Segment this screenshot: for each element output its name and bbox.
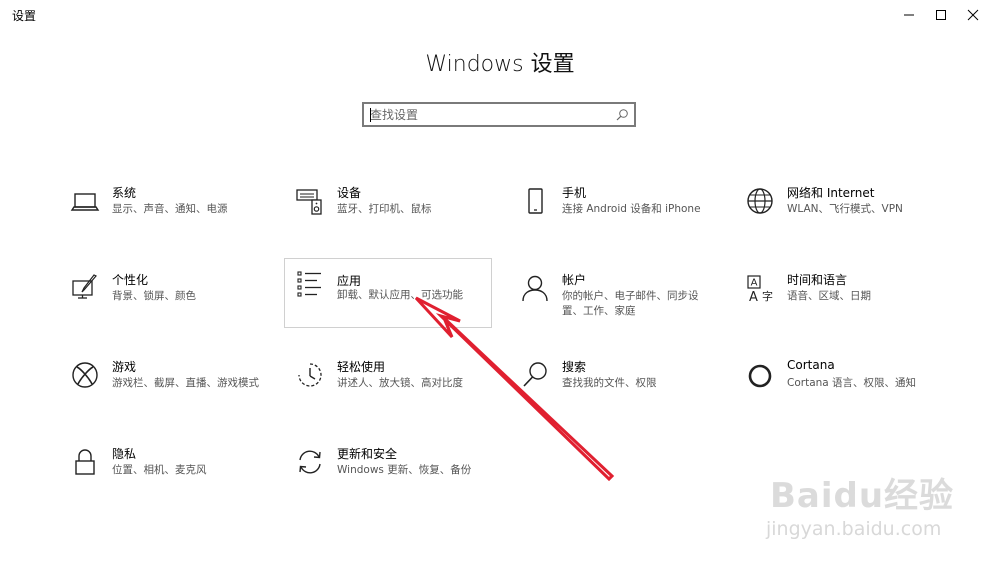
tile-title: 系统 [112, 186, 137, 200]
time-language-icon: AA字 [745, 273, 775, 303]
tile-time-language[interactable]: AA字 时间和语言 语音、区域、日期 [735, 265, 945, 337]
tile-description: 语音、区域、日期 [787, 290, 871, 302]
cortana-ring-icon [745, 360, 775, 390]
tile-network[interactable]: 网络和 Internet WLAN、飞行模式、VPN [735, 178, 945, 250]
baidu-watermark: Baidu经验 jingyan.baidu.com [760, 460, 980, 550]
lock-icon [70, 447, 100, 477]
tile-description: 连接 Android 设备和 iPhone [562, 203, 701, 215]
tile-title: 手机 [562, 186, 587, 200]
tile-title: 设备 [337, 186, 362, 200]
tile-description: Windows 更新、恢复、备份 [337, 464, 472, 476]
svg-text:A: A [751, 278, 758, 289]
sync-icon [295, 447, 325, 477]
tile-description: 卸载、默认应用、可选功能 [337, 289, 463, 301]
page-title: Windows 设置 [425, 52, 575, 77]
tile-search[interactable]: 搜索 查找我的文件、权限 [510, 352, 720, 424]
tile-accounts[interactable]: 帐户 你的帐户、电子邮件、同步设置、工作、家庭 [510, 265, 720, 337]
tile-title: 网络和 Internet [787, 186, 875, 200]
tile-ease-of-access[interactable]: 轻松使用 讲述人、放大镜、高对比度 [285, 352, 495, 424]
tile-description: Cortana 语言、权限、通知 [787, 377, 917, 389]
tile-apps[interactable]: 应用 卸载、默认应用、可选功能 [284, 258, 492, 328]
xbox-icon [70, 360, 100, 390]
minimize-icon [904, 14, 914, 16]
tile-title: 轻松使用 [337, 360, 386, 374]
tile-description: 你的帐户、电子邮件、同步设置、工作、家庭 [562, 290, 699, 317]
tile-description: WLAN、飞行模式、VPN [787, 203, 903, 215]
tile-privacy[interactable]: 隐私 位置、相机、麦克风 [60, 439, 270, 511]
tile-title: 时间和语言 [787, 273, 848, 287]
tile-title: 搜索 [562, 360, 587, 374]
svg-text:字: 字 [762, 289, 773, 303]
tile-description: 背景、锁屏、颜色 [112, 290, 196, 302]
tile-title: 个性化 [112, 273, 149, 287]
tile-description: 蓝牙、打印机、鼠标 [337, 203, 432, 215]
tile-phone[interactable]: 手机 连接 Android 设备和 iPhone [510, 178, 720, 250]
search-box[interactable] [362, 102, 636, 127]
title-bar: 设置 [0, 0, 1000, 30]
close-icon [967, 9, 979, 21]
globe-icon [745, 186, 775, 216]
tile-cortana[interactable]: Cortana Cortana 语言、权限、通知 [735, 352, 945, 424]
text-caret [370, 108, 371, 122]
search-input[interactable] [370, 106, 610, 124]
tile-title: 游戏 [112, 360, 137, 374]
person-icon [520, 273, 550, 303]
tile-description: 查找我的文件、权限 [562, 377, 657, 389]
tile-title: 隐私 [112, 447, 137, 461]
close-button[interactable] [950, 0, 996, 30]
devices-icon [295, 186, 325, 216]
laptop-icon [70, 186, 100, 216]
svg-text:A: A [749, 290, 758, 303]
apps-list-icon [295, 269, 325, 299]
tile-description: 显示、声音、通知、电源 [112, 203, 228, 215]
tile-personalization[interactable]: 个性化 背景、锁屏、颜色 [60, 265, 270, 337]
tile-title: 更新和安全 [337, 447, 398, 461]
tile-description: 讲述人、放大镜、高对比度 [337, 377, 463, 389]
maximize-icon [936, 10, 946, 20]
tile-devices[interactable]: 设备 蓝牙、打印机、鼠标 [285, 178, 495, 250]
search-icon[interactable] [616, 108, 629, 121]
tile-system[interactable]: 系统 显示、声音、通知、电源 [60, 178, 270, 250]
window-title: 设置 [12, 9, 37, 23]
tile-gaming[interactable]: 游戏 游戏栏、截屏、直播、游戏模式 [60, 352, 270, 424]
watermark-url: jingyan.baidu.com [766, 518, 942, 540]
tile-title: 帐户 [562, 273, 587, 287]
tile-title: 应用 [337, 274, 362, 288]
tile-description: 位置、相机、麦克风 [112, 464, 207, 476]
ease-of-access-icon [295, 360, 325, 390]
search-magnifier-icon [520, 360, 550, 390]
tile-update-security[interactable]: 更新和安全 Windows 更新、恢复、备份 [285, 439, 495, 511]
personalization-icon [70, 273, 100, 303]
tile-title: Cortana [787, 358, 835, 372]
watermark-brand: Baidu经验 [770, 476, 955, 516]
tile-description: 游戏栏、截屏、直播、游戏模式 [112, 377, 259, 389]
phone-icon [520, 186, 550, 216]
